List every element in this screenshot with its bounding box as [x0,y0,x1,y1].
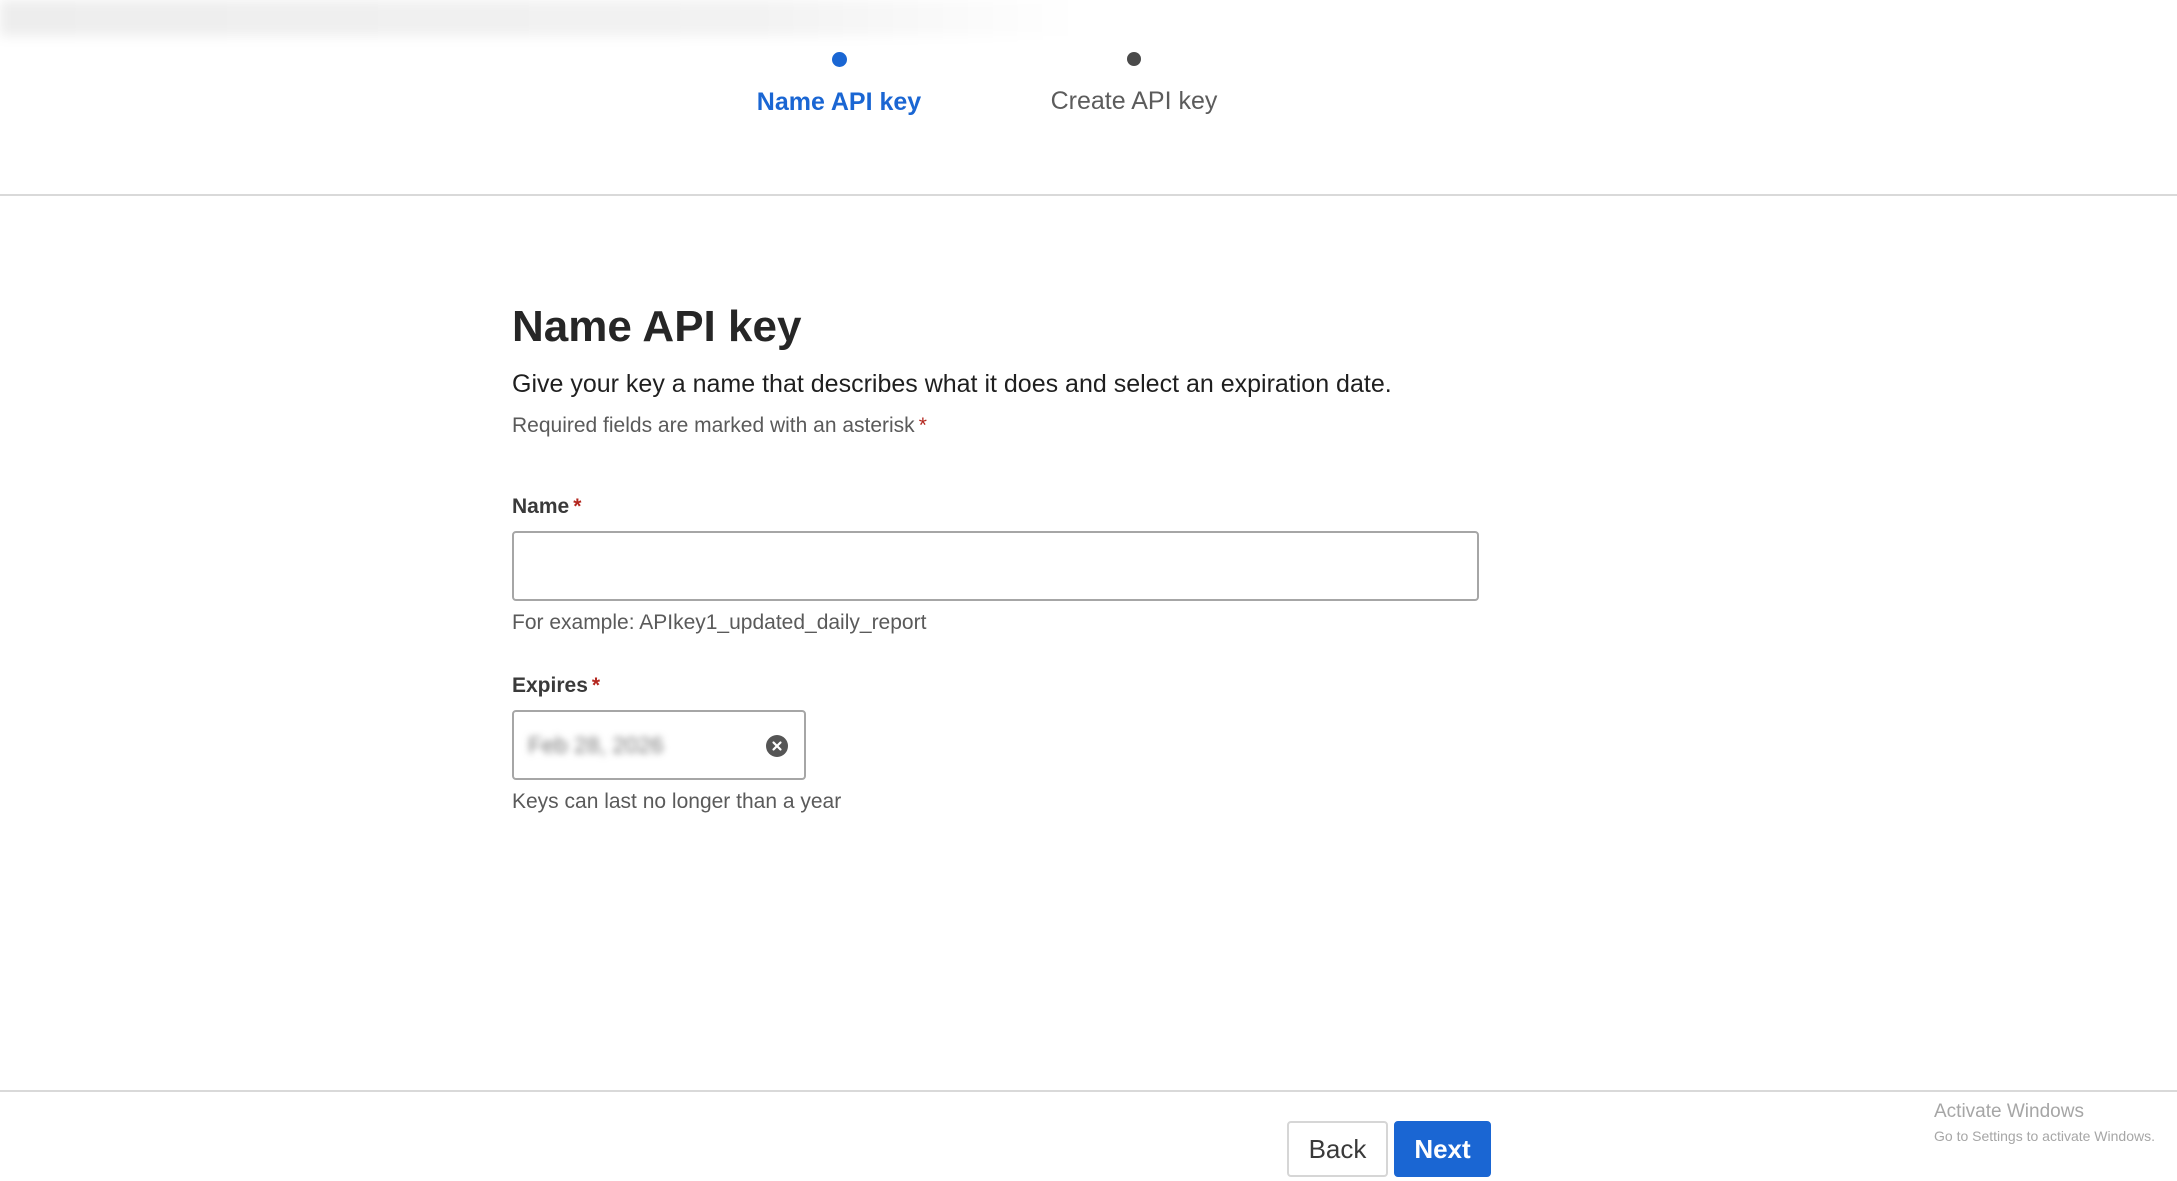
name-field-group: Name * For example: APIkey1_updated_daily… [512,493,1480,637]
step-label: Create API key [1050,87,1218,115]
expires-helper-text: Keys can last no longer than a year [512,790,842,813]
step-create-api-key[interactable]: Create API key [984,52,1284,116]
name-label: Name * [512,493,1480,521]
required-asterisk: * [591,674,601,697]
windows-activation-watermark: Activate Windows Go to Settings to activ… [1934,1100,2155,1146]
name-label-text: Name [512,495,570,518]
step-name-api-key[interactable]: Name API key [689,52,989,117]
header-divider [0,194,2177,196]
step-upcoming-dot-icon [1127,52,1141,66]
expires-label-text: Expires [512,674,588,697]
back-button[interactable]: Back [1287,1121,1388,1177]
watermark-title: Activate Windows [1934,1101,2084,1122]
clear-circle-icon[interactable] [766,735,788,757]
expires-date-value: Feb 28, 2026 [528,732,664,758]
step-active-dot-icon [831,52,847,67]
expires-date-input[interactable]: Feb 28, 2026 [512,710,806,780]
step-label: Name API key [756,88,922,116]
name-api-key-form: Name API key Give your key a name that d… [512,300,1482,813]
header-shadow [0,0,1080,36]
wizard-stepper: Name API key Create API key [0,52,2177,132]
watermark-subtitle: Go to Settings to activate Windows. [1934,1128,2155,1144]
page-subtitle: Give your key a name that describes what… [512,370,1392,398]
required-asterisk: * [918,414,927,437]
required-note-text: Required fields are marked with an aster… [512,414,915,437]
required-fields-note: Required fields are marked with an aster… [512,412,1482,440]
footer-divider [0,1090,2177,1092]
next-button[interactable]: Next [1394,1121,1491,1177]
page-title: Name API key [512,302,802,351]
required-asterisk: * [573,495,582,518]
expires-field-group: Expires * Feb 28, 2026 Keys can last no l… [512,672,912,816]
name-input[interactable] [512,531,1479,601]
expires-label: Expires * [512,672,912,700]
name-helper-text: For example: APIkey1_updated_daily_repor… [512,611,927,634]
